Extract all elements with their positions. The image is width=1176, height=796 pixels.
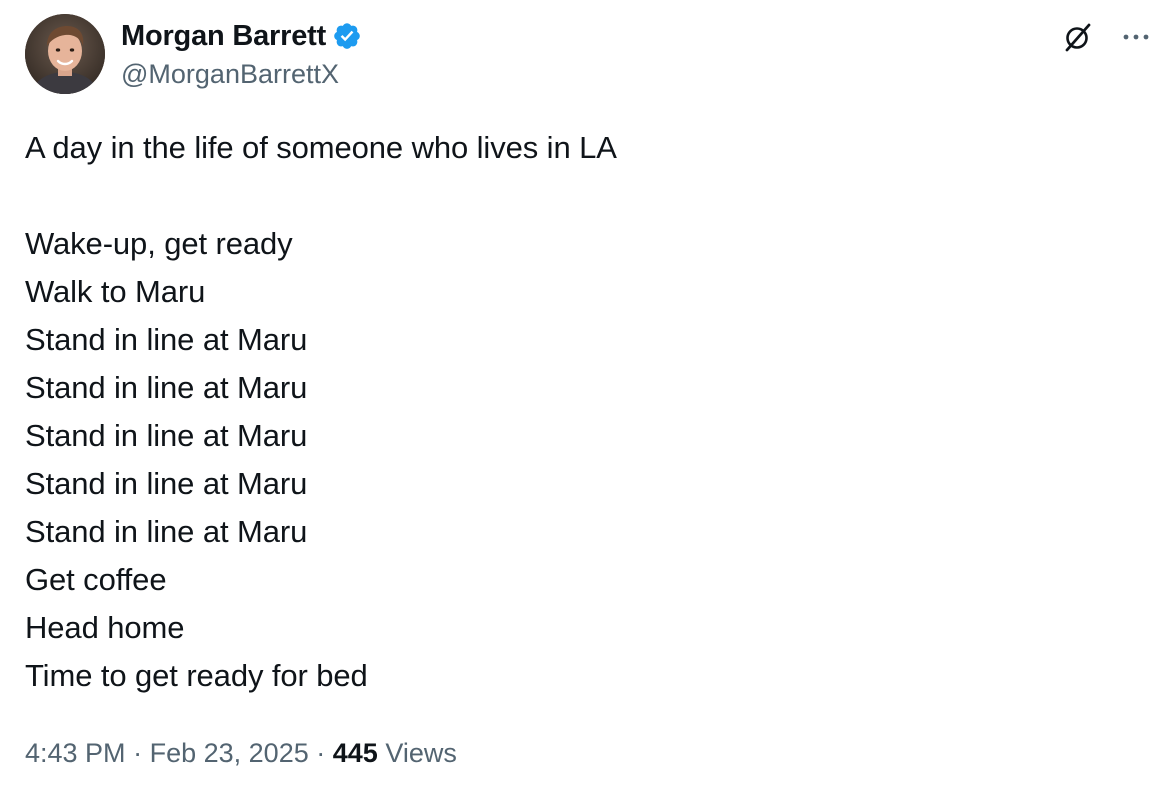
- avatar[interactable]: [25, 14, 105, 94]
- tweet-line: Stand in line at Maru: [25, 418, 308, 453]
- tweet-line: Walk to Maru: [25, 274, 206, 309]
- author-handle[interactable]: @MorganBarrettX: [121, 56, 362, 92]
- views-label: Views: [385, 738, 457, 768]
- tweet-date: Feb 23, 2025: [149, 738, 309, 768]
- tweet-time: 4:43 PM: [25, 738, 126, 768]
- profile-photo-icon: [25, 14, 105, 94]
- tweet-line: Stand in line at Maru: [25, 370, 308, 405]
- views-link[interactable]: 445 Views: [333, 738, 457, 768]
- tweet-line: Get coffee: [25, 562, 167, 597]
- author-names: Morgan Barrett @MorganBarrettX: [121, 18, 362, 92]
- line-break: [25, 172, 1145, 220]
- tweet-card: Morgan Barrett @MorganBarrettX A day in …: [0, 0, 1176, 796]
- tweet-header: Morgan Barrett @MorganBarrettX: [25, 14, 1155, 96]
- timestamp-link[interactable]: 4:43 PM · Feb 23, 2025: [25, 738, 309, 768]
- tweet-text: A day in the life of someone who lives i…: [25, 124, 1145, 700]
- tweet-first-line: A day in the life of someone who lives i…: [25, 130, 617, 165]
- display-name[interactable]: Morgan Barrett: [121, 18, 326, 54]
- tweet-top-actions: [1061, 20, 1153, 54]
- tweet-meta: 4:43 PM · Feb 23, 2025 · 445 Views: [25, 733, 457, 773]
- name-row: Morgan Barrett: [121, 18, 362, 54]
- grok-icon[interactable]: [1061, 20, 1095, 54]
- tweet-line: Wake-up, get ready: [25, 226, 293, 261]
- tweet-line: Stand in line at Maru: [25, 322, 308, 357]
- tweet-line: Stand in line at Maru: [25, 514, 308, 549]
- more-horizontal-icon[interactable]: [1119, 20, 1153, 54]
- tweet-line: Head home: [25, 610, 185, 645]
- separator: ·: [316, 738, 326, 768]
- views-count: 445: [332, 738, 378, 768]
- separator: ·: [133, 738, 143, 768]
- tweet-line: Stand in line at Maru: [25, 466, 308, 501]
- tweet-line: Time to get ready for bed: [25, 658, 368, 693]
- verified-badge-icon[interactable]: [332, 21, 362, 51]
